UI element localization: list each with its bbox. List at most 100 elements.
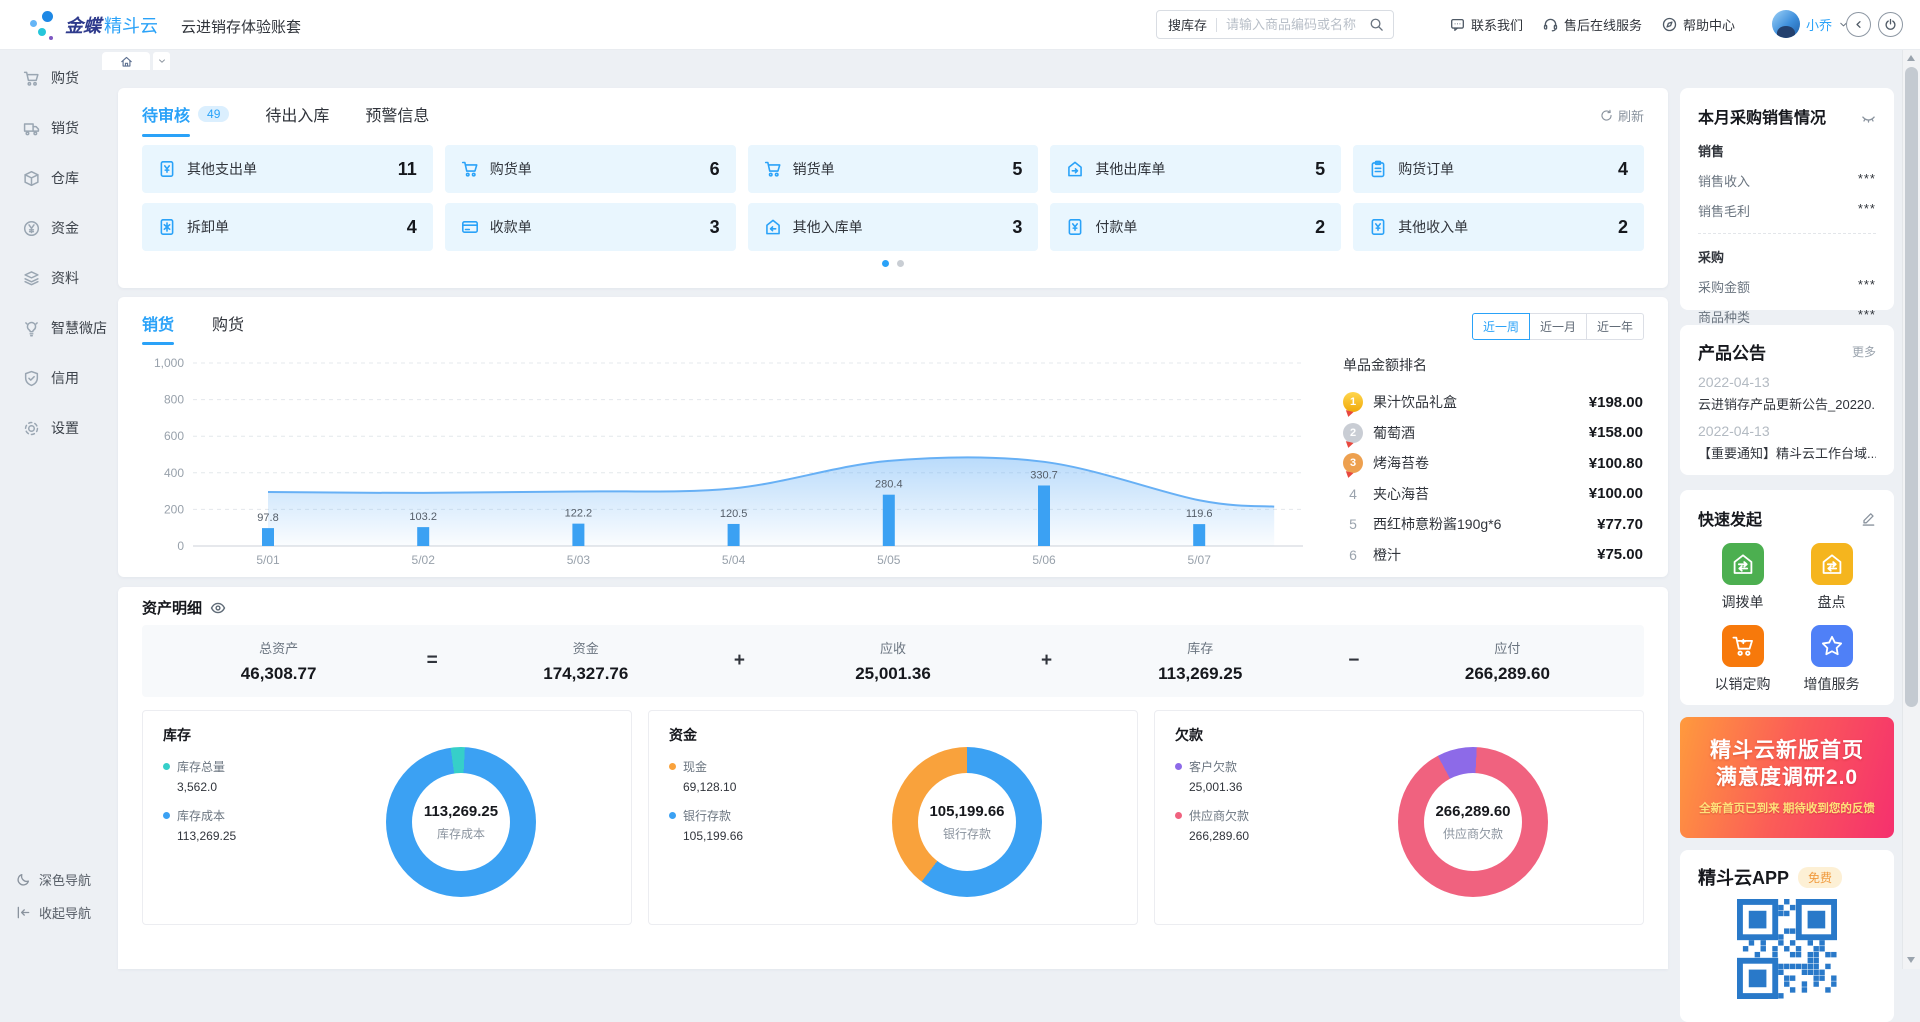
quick-action[interactable]: 调拨单 xyxy=(1698,543,1787,612)
todo-card-item[interactable]: 其他出库单5 xyxy=(1050,145,1341,193)
carousel-dot[interactable] xyxy=(897,260,904,267)
banner-subtitle: 全新首页已到来 期待收到您的反馈 xyxy=(1680,800,1894,816)
scroll-up-arrow[interactable] xyxy=(1907,55,1915,61)
user-menu[interactable]: 小乔 xyxy=(1772,10,1849,38)
sidebar-footer-toggle[interactable]: 深色导航 xyxy=(0,863,110,896)
assets-card: 资产明细 总资产46,308.77=资金174,327.76+应收25,001.… xyxy=(118,587,1668,969)
ranking-row[interactable]: 6橙汁¥75.00 xyxy=(1343,540,1643,571)
asset-group: 资金现金69,128.10银行存款105,199.66105,199.66银行存… xyxy=(648,710,1138,925)
donut-center-value: 266,289.60 xyxy=(1435,803,1510,820)
search-scope-selector[interactable]: 搜库存 xyxy=(1157,15,1216,34)
date-range-button[interactable]: 近一周 xyxy=(1472,313,1530,340)
avatar[interactable] xyxy=(1772,10,1800,38)
svg-text:5/07: 5/07 xyxy=(1188,553,1212,567)
svg-text:200: 200 xyxy=(164,502,184,516)
sidebar-item[interactable]: 购货 xyxy=(0,53,110,103)
sidebar-item[interactable]: 设置 xyxy=(0,403,110,453)
search-input[interactable] xyxy=(1217,17,1360,32)
notice-item[interactable]: 云进销存产品更新公告_20220... xyxy=(1698,394,1876,413)
ranking-row[interactable]: 2葡萄酒¥158.00 xyxy=(1343,418,1643,449)
product-name: 西红柿意粉酱190g*6 xyxy=(1373,514,1597,534)
scrollbar-thumb[interactable] xyxy=(1905,67,1918,707)
logout-button[interactable] xyxy=(1878,12,1903,37)
sidebar-item[interactable]: 信用 xyxy=(0,353,110,403)
ranking-row[interactable]: 3烤海苔卷¥100.80 xyxy=(1343,448,1643,479)
todo-card-item[interactable]: 收款单3 xyxy=(445,203,736,251)
trade-chart-card: 销货购货 近一周近一月近一年 02004006008001,00097.85/0… xyxy=(118,297,1668,577)
todo-card-item[interactable]: 其他支出单11 xyxy=(142,145,433,193)
sidebar-item[interactable]: 资金 xyxy=(0,203,110,253)
quick-action[interactable]: 增值服务 xyxy=(1787,625,1876,694)
todo-card-item[interactable]: 购货单6 xyxy=(445,145,736,193)
eye-closed-icon[interactable] xyxy=(1861,109,1876,124)
asset-group-title: 欠款 xyxy=(1175,725,1623,745)
todo-tab[interactable]: 预警信息 xyxy=(365,102,429,137)
todo-card-label: 其他支出单 xyxy=(187,159,387,179)
home-workbench-tab[interactable] xyxy=(102,52,150,70)
todo-card-count: 2 xyxy=(1618,217,1628,238)
trade-tab[interactable]: 销货 xyxy=(142,311,174,345)
todo-tab[interactable]: 待出入库 xyxy=(265,102,329,137)
sidebar-item[interactable]: 资料 xyxy=(0,253,110,303)
sidebar-item[interactable]: 仓库 xyxy=(0,153,110,203)
ranking-row[interactable]: 4夹心海苔¥100.00 xyxy=(1343,479,1643,510)
todo-card-label: 其他收入单 xyxy=(1398,217,1607,237)
product-amount: ¥77.70 xyxy=(1597,516,1643,533)
todo-card-item[interactable]: 其他入库单3 xyxy=(748,203,1039,251)
todo-card-item[interactable]: 其他收入单 2 xyxy=(1353,203,1644,251)
scroll-down-arrow[interactable] xyxy=(1907,957,1915,963)
sidebar-footer-toggle[interactable]: 收起导航 xyxy=(0,896,110,929)
trade-tab[interactable]: 购货 xyxy=(212,311,244,345)
quick-action[interactable]: 以销定购 xyxy=(1698,625,1787,694)
app-title: 精斗云APP xyxy=(1698,864,1789,890)
sidebar-item[interactable]: 智慧微店 xyxy=(0,303,110,353)
search-button[interactable] xyxy=(1360,17,1393,32)
quick-action-icon-box xyxy=(1722,625,1764,667)
ranking-row[interactable]: 5西红柿意粉酱190g*6¥77.70 xyxy=(1343,509,1643,540)
edit-pencil-icon[interactable] xyxy=(1861,511,1876,526)
todo-card-item[interactable]: 购货订单4 xyxy=(1353,145,1644,193)
inventory-search-box[interactable]: 搜库存 xyxy=(1156,10,1394,39)
topbar-link-label: 售后在线服务 xyxy=(1564,15,1642,34)
tab-list-dropdown[interactable] xyxy=(153,52,170,70)
search-icon xyxy=(1369,17,1384,32)
todo-card-count: 3 xyxy=(710,217,720,238)
notice-item[interactable]: 【重要通知】精斗云工作台域... xyxy=(1698,443,1876,462)
refresh-button[interactable]: 刷新 xyxy=(1600,106,1644,125)
legend-head: 现金 xyxy=(669,758,1117,775)
topbar-links: 联系我们 售后在线服务 帮助中心 xyxy=(1450,0,1735,49)
date-range-button[interactable]: 近一月 xyxy=(1529,313,1587,340)
topbar-link[interactable]: 售后在线服务 xyxy=(1543,15,1642,34)
product-notice-card: 产品公告 更多 2022-04-13云进销存产品更新公告_20220...202… xyxy=(1680,325,1894,475)
todo-card-item[interactable]: 销货单5 xyxy=(748,145,1039,193)
topbar-link[interactable]: 帮助中心 xyxy=(1662,15,1735,34)
sidebar-item[interactable]: 销货 xyxy=(0,103,110,153)
svg-text:800: 800 xyxy=(164,393,184,407)
quick-action-label: 调拨单 xyxy=(1698,592,1787,612)
legend-item: 客户欠款25,001.36 xyxy=(1175,758,1623,794)
todo-card: 待审核49 待出入库 预警信息 刷新 其他支出单11购货单6销货单5其他出库单5购货… xyxy=(118,88,1668,288)
account-title: 云进销存体验账套 xyxy=(181,16,301,37)
sidebar-item-label: 资料 xyxy=(51,268,79,288)
legend-label: 现金 xyxy=(683,758,707,775)
ranking-row[interactable]: 1果汁饮品礼盒¥198.00 xyxy=(1343,387,1643,418)
survey-banner[interactable]: 精斗云新版首页 满意度调研2.0 全新首页已到来 期待收到您的反馈 xyxy=(1680,717,1894,838)
carousel-dot[interactable] xyxy=(882,260,889,267)
todo-card-item[interactable]: 付款单2 xyxy=(1050,203,1341,251)
topbar-link-label: 帮助中心 xyxy=(1683,15,1735,34)
notice-more-link[interactable]: 更多 xyxy=(1852,343,1876,360)
product-amount: ¥158.00 xyxy=(1589,424,1643,441)
product-name: 葡萄酒 xyxy=(1373,423,1589,443)
quick-action[interactable]: 盘点 xyxy=(1787,543,1876,612)
todo-card-item[interactable]: 拆卸单4 xyxy=(142,203,433,251)
back-button[interactable] xyxy=(1846,12,1871,37)
eye-icon[interactable] xyxy=(210,600,226,616)
topbar-link[interactable]: 联系我们 xyxy=(1450,15,1523,34)
date-range-button[interactable]: 近一年 xyxy=(1586,313,1644,340)
trade-tabs: 销货 购货 xyxy=(142,311,244,345)
svg-text:120.5: 120.5 xyxy=(720,508,748,520)
asset-group: 欠款客户欠款25,001.36供应商欠款266,289.60266,289.60… xyxy=(1154,710,1644,925)
legend-item: 库存总量3,562.0 xyxy=(163,758,611,794)
todo-tab[interactable]: 待审核49 xyxy=(142,102,229,137)
donut-center: 105,199.66银行存款 xyxy=(918,773,1016,871)
